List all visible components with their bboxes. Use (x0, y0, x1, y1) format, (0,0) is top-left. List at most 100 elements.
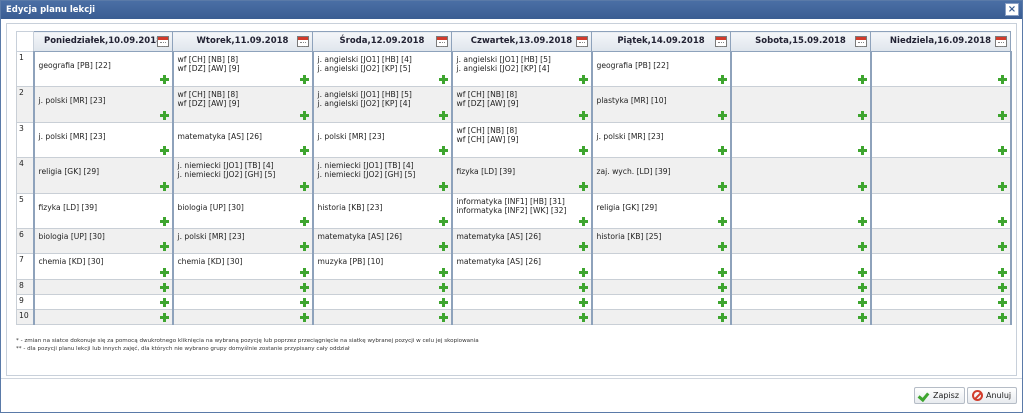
schedule-cell[interactable] (730, 228, 872, 254)
lesson-entry[interactable]: wf [DZ] [AW] [9] (174, 99, 312, 108)
lesson-entry[interactable]: wf [CH] [NB] [8] (453, 126, 591, 135)
add-plus-icon[interactable] (857, 313, 867, 322)
lesson-entry[interactable]: biologia [UP] [30] (174, 203, 312, 212)
lesson-entry[interactable]: j. angielski [JO2] [KP] [4] (453, 64, 591, 73)
schedule-cell[interactable] (730, 309, 872, 325)
lesson-entry[interactable]: zaj. wych. [LD] [39] (593, 167, 730, 176)
schedule-cell[interactable]: j. polski [MR] [23] (33, 86, 174, 123)
schedule-cell[interactable] (870, 86, 1012, 123)
add-plus-icon[interactable] (717, 146, 727, 155)
schedule-cell[interactable]: zaj. wych. [LD] [39] (591, 157, 732, 194)
lesson-entry[interactable]: j. niemiecki [JO2] [GH] [5] (314, 170, 451, 179)
lesson-entry[interactable]: chemia [KD] [30] (174, 257, 312, 266)
add-plus-icon[interactable] (578, 283, 588, 292)
add-plus-icon[interactable] (299, 298, 309, 307)
add-plus-icon[interactable] (578, 182, 588, 191)
add-plus-icon[interactable] (438, 146, 448, 155)
schedule-cell[interactable] (172, 294, 314, 310)
lesson-entry[interactable]: plastyka [MR] [10] (593, 96, 730, 105)
add-plus-icon[interactable] (299, 217, 309, 226)
calendar-icon[interactable] (436, 36, 448, 47)
add-plus-icon[interactable] (159, 182, 169, 191)
add-plus-icon[interactable] (857, 182, 867, 191)
add-plus-icon[interactable] (857, 146, 867, 155)
schedule-cell[interactable]: religia [GK] [29] (33, 157, 174, 194)
lesson-entry[interactable]: j. angielski [JO2] [KP] [5] (314, 64, 451, 73)
schedule-cell[interactable] (870, 253, 1012, 280)
add-plus-icon[interactable] (578, 242, 588, 251)
add-plus-icon[interactable] (997, 268, 1007, 277)
schedule-cell[interactable] (870, 51, 1012, 87)
schedule-cell[interactable]: geografia [PB] [22] (33, 51, 174, 87)
lesson-entry[interactable]: j. polski [MR] [23] (35, 96, 172, 105)
lesson-entry[interactable]: j. angielski [JO2] [KP] [4] (314, 99, 451, 108)
schedule-cell[interactable]: wf [CH] [NB] [8] wf [CH] [AW] [9] (451, 122, 593, 158)
schedule-cell[interactable]: j. angielski [JO1] [HB] [5] j. angielski … (451, 51, 593, 87)
lesson-entry[interactable]: chemia [KD] [30] (35, 257, 172, 266)
schedule-cell[interactable]: j. niemiecki [JO1] [TB] [4] j. niemiecki … (312, 157, 453, 194)
schedule-cell[interactable]: historia [KB] [25] (591, 228, 732, 254)
lesson-entry[interactable]: wf [CH] [NB] [8] (174, 55, 312, 64)
schedule-cell[interactable] (312, 309, 453, 325)
lesson-entry[interactable]: fizyka [LD] [39] (35, 203, 172, 212)
add-plus-icon[interactable] (438, 283, 448, 292)
add-plus-icon[interactable] (997, 242, 1007, 251)
add-plus-icon[interactable] (159, 111, 169, 120)
lesson-entry[interactable]: religia [GK] [29] (35, 167, 172, 176)
schedule-cell[interactable]: matematyka [AS] [26] (312, 228, 453, 254)
add-plus-icon[interactable] (578, 75, 588, 84)
lesson-entry[interactable]: wf [DZ] [AW] [9] (174, 64, 312, 73)
calendar-icon[interactable] (995, 36, 1007, 47)
lesson-entry[interactable]: j. angielski [JO1] [HB] [5] (453, 55, 591, 64)
add-plus-icon[interactable] (997, 111, 1007, 120)
schedule-cell[interactable] (730, 279, 872, 295)
add-plus-icon[interactable] (997, 283, 1007, 292)
add-plus-icon[interactable] (717, 313, 727, 322)
schedule-cell[interactable]: j. polski [MR] [23] (591, 122, 732, 158)
schedule-cell[interactable]: religia [GK] [29] (591, 193, 732, 229)
add-plus-icon[interactable] (717, 217, 727, 226)
schedule-cell[interactable]: chemia [KD] [30] (33, 253, 174, 280)
add-plus-icon[interactable] (438, 268, 448, 277)
lesson-entry[interactable]: muzyka [PB] [10] (314, 257, 451, 266)
schedule-cell[interactable]: wf [CH] [NB] [8] wf [DZ] [AW] [9] (451, 86, 593, 123)
add-plus-icon[interactable] (857, 242, 867, 251)
lesson-entry[interactable]: j. polski [MR] [23] (174, 232, 312, 241)
schedule-cell[interactable] (172, 279, 314, 295)
add-plus-icon[interactable] (997, 298, 1007, 307)
lesson-entry[interactable]: wf [CH] [NB] [8] (453, 90, 591, 99)
schedule-cell[interactable] (730, 122, 872, 158)
add-plus-icon[interactable] (857, 217, 867, 226)
schedule-cell[interactable]: j. niemiecki [JO1] [TB] [4] j. niemiecki … (172, 157, 314, 194)
calendar-icon[interactable] (715, 36, 727, 47)
schedule-cell[interactable]: fizyka [LD] [39] (33, 193, 174, 229)
schedule-cell[interactable]: informatyka [INF1] [HB] [31] informatyka … (451, 193, 593, 229)
add-plus-icon[interactable] (997, 75, 1007, 84)
add-plus-icon[interactable] (299, 268, 309, 277)
add-plus-icon[interactable] (578, 268, 588, 277)
schedule-cell[interactable] (730, 51, 872, 87)
add-plus-icon[interactable] (159, 242, 169, 251)
schedule-cell[interactable]: j. polski [MR] [23] (312, 122, 453, 158)
add-plus-icon[interactable] (438, 217, 448, 226)
add-plus-icon[interactable] (299, 242, 309, 251)
add-plus-icon[interactable] (717, 75, 727, 84)
lesson-entry[interactable]: j. angielski [JO1] [HB] [5] (314, 90, 451, 99)
lesson-entry[interactable]: j. angielski [JO1] [HB] [4] (314, 55, 451, 64)
lesson-entry[interactable]: matematyka [AS] [26] (453, 232, 591, 241)
schedule-cell[interactable]: j. angielski [JO1] [HB] [4] j. angielski … (312, 51, 453, 87)
add-plus-icon[interactable] (438, 182, 448, 191)
add-plus-icon[interactable] (578, 298, 588, 307)
schedule-cell[interactable]: chemia [KD] [30] (172, 253, 314, 280)
schedule-cell[interactable]: matematyka [AS] [26] (451, 253, 593, 280)
lesson-entry[interactable]: matematyka [AS] [26] (174, 132, 312, 141)
add-plus-icon[interactable] (578, 146, 588, 155)
add-plus-icon[interactable] (299, 146, 309, 155)
lesson-entry[interactable]: j. niemiecki [JO1] [TB] [4] (174, 161, 312, 170)
add-plus-icon[interactable] (159, 75, 169, 84)
lesson-entry[interactable]: historia [KB] [23] (314, 203, 451, 212)
add-plus-icon[interactable] (997, 146, 1007, 155)
add-plus-icon[interactable] (159, 283, 169, 292)
schedule-cell[interactable]: muzyka [PB] [10] (312, 253, 453, 280)
add-plus-icon[interactable] (578, 217, 588, 226)
